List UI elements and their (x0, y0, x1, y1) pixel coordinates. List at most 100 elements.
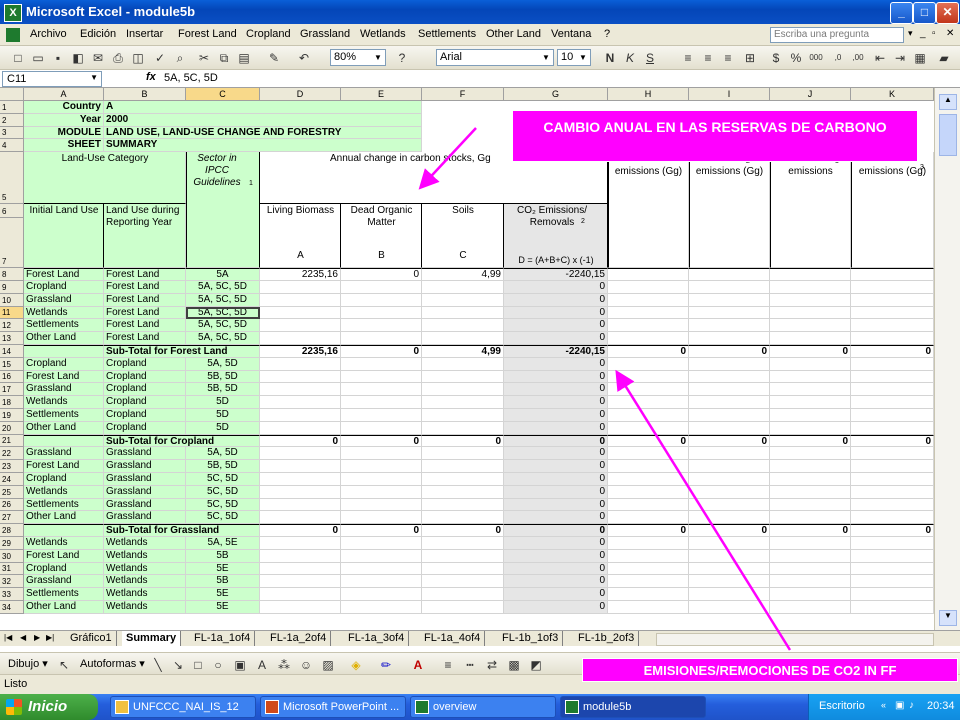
table-cell[interactable]: 0 (504, 537, 608, 550)
column-header[interactable]: K (851, 88, 934, 101)
row-header[interactable]: 15 (0, 357, 24, 371)
table-cell[interactable] (341, 498, 422, 512)
table-cell[interactable] (422, 562, 504, 576)
tab-summary[interactable]: Summary (122, 631, 182, 646)
table-cell[interactable] (770, 460, 851, 473)
table-cell[interactable] (851, 383, 934, 397)
row-header[interactable]: 11 (0, 306, 24, 320)
chevron-down-icon[interactable]: ▼ (90, 73, 98, 82)
tab-fl-1b-2of3[interactable]: FL-1b_2of3 (574, 631, 640, 646)
table-cell[interactable]: 5A, 5C, 5D (186, 293, 260, 307)
scroll-down-icon[interactable]: ▼ (939, 610, 957, 626)
table-cell[interactable] (608, 306, 689, 320)
table-cell[interactable] (851, 447, 934, 461)
column-header[interactable]: H (608, 88, 689, 101)
table-cell[interactable]: Cropland (104, 357, 186, 371)
table-cell[interactable]: 0 (608, 434, 689, 448)
row-header[interactable]: 14 (0, 345, 24, 358)
row-header[interactable]: 1 (0, 101, 24, 114)
column-header[interactable]: F (422, 88, 504, 101)
column-header[interactable]: J (770, 88, 851, 101)
close-button[interactable]: ✕ (936, 2, 959, 24)
toolbar-help-icon[interactable]: ? (394, 50, 410, 66)
table-cell[interactable]: 5A, 5C, 5D (186, 332, 260, 345)
function-icon[interactable]: fx (146, 71, 156, 83)
table-cell[interactable] (260, 537, 341, 550)
table-cell[interactable] (260, 575, 341, 589)
table-cell[interactable]: Cropland (24, 562, 104, 576)
menu-ventana[interactable]: Ventana (551, 28, 591, 40)
table-cell[interactable] (341, 370, 422, 384)
table-cell[interactable] (608, 447, 689, 461)
table-cell[interactable] (260, 396, 341, 409)
table-cell[interactable]: Forest Land (104, 268, 186, 281)
row-header[interactable]: 29 (0, 537, 24, 550)
vertical-scrollbar[interactable]: ▲ ▼ (934, 88, 960, 630)
increase-indent-icon[interactable]: ⇥ (892, 50, 908, 66)
table-cell[interactable] (260, 588, 341, 601)
table-cell[interactable] (770, 549, 851, 563)
table-cell[interactable] (341, 460, 422, 473)
table-cell[interactable] (851, 357, 934, 371)
table-cell[interactable]: -2240,15 (504, 345, 608, 358)
doc-minimize-icon[interactable]: _ (920, 28, 926, 39)
table-cell[interactable]: 0 (504, 473, 608, 486)
row-header[interactable]: 25 (0, 485, 24, 499)
table-cell[interactable]: Wetlands (104, 549, 186, 563)
table-cell[interactable] (341, 319, 422, 333)
table-cell[interactable] (260, 409, 341, 422)
table-cell[interactable]: Grassland (104, 473, 186, 486)
table-cell[interactable]: 5E (186, 601, 260, 614)
table-cell[interactable]: Wetlands (24, 485, 104, 499)
arrow-icon[interactable]: ↘ (170, 657, 186, 673)
table-cell[interactable]: 5A, 5C, 5D (186, 281, 260, 294)
clock[interactable]: 20:34 (927, 700, 955, 712)
table-cell[interactable]: Settlements (24, 409, 104, 422)
table-cell[interactable]: Forest Land (104, 319, 186, 333)
table-cell[interactable] (260, 601, 341, 614)
table-cell[interactable]: 5E (186, 562, 260, 576)
font-color-icon[interactable]: A (410, 657, 426, 673)
table-cell[interactable]: Settlements (24, 588, 104, 601)
table-cell[interactable] (851, 268, 934, 281)
table-cell[interactable] (608, 485, 689, 499)
table-cell[interactable] (770, 409, 851, 422)
font-size-select[interactable]: 10 ▼ (557, 49, 591, 66)
spelling-icon[interactable]: ✓ (152, 50, 168, 66)
table-cell[interactable]: 0 (504, 524, 608, 537)
table-cell[interactable]: Wetlands (104, 575, 186, 589)
taskbar-item-module5b[interactable]: module5b (560, 696, 706, 718)
table-cell[interactable] (422, 601, 504, 614)
table-cell[interactable] (608, 293, 689, 307)
row-header[interactable]: 28 (0, 524, 24, 537)
table-cell[interactable] (689, 575, 770, 589)
table-cell[interactable]: 0 (341, 345, 422, 358)
name-box[interactable]: C11 ▼ (2, 71, 102, 87)
table-cell[interactable] (851, 370, 934, 384)
horizontal-scrollbar[interactable] (656, 633, 934, 646)
table-cell[interactable]: Grassland (104, 460, 186, 473)
picture-icon[interactable]: ▨ (320, 657, 336, 673)
table-cell[interactable]: 0 (504, 562, 608, 576)
table-cell[interactable] (851, 601, 934, 614)
network-icon[interactable]: ▣ (895, 700, 904, 711)
tab-fl-1a-2of4[interactable]: FL-1a_2of4 (266, 631, 332, 646)
table-cell[interactable]: 0 (422, 524, 504, 537)
table-cell[interactable] (689, 319, 770, 333)
menu-insertar[interactable]: Insertar (126, 28, 163, 40)
italic-icon[interactable]: K (622, 50, 638, 66)
row-header[interactable]: 32 (0, 575, 24, 589)
table-cell[interactable] (851, 396, 934, 409)
table-cell[interactable] (422, 511, 504, 525)
zoom-select[interactable]: 80% ▼ (330, 49, 386, 66)
table-cell[interactable] (341, 588, 422, 601)
table-cell[interactable] (422, 396, 504, 409)
row-header[interactable]: 22 (0, 447, 24, 461)
borders-icon[interactable]: ▦ (912, 50, 928, 66)
decrease-decimal-icon[interactable]: ,00 (850, 50, 866, 66)
3d-icon[interactable]: ◩ (528, 657, 544, 673)
table-cell[interactable] (608, 409, 689, 422)
table-cell[interactable] (422, 357, 504, 371)
table-cell[interactable]: 0 (504, 511, 608, 525)
table-cell[interactable] (608, 537, 689, 550)
